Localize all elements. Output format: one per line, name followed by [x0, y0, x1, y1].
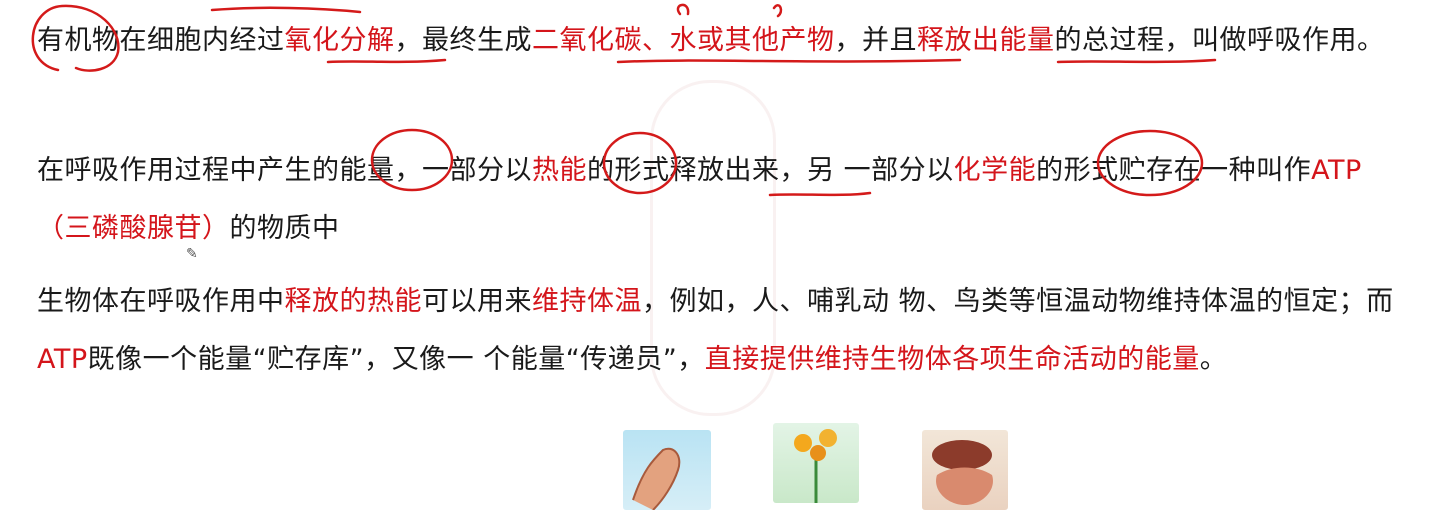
- text-segment: ，最终生成: [394, 25, 532, 56]
- text-segment: 的总过程，叫做呼吸作用。: [1054, 25, 1385, 56]
- highlight-products: 二氧化碳、水或其他产物: [532, 25, 835, 56]
- paragraph-energy-uses: 生物体在呼吸作用中释放的热能可以用来维持体温，例如，人、哺乳动 物、鸟类等恒温动…: [37, 273, 1412, 389]
- highlight-heat-energy: 热能: [532, 155, 587, 186]
- highlight-released-heat: 释放的热能: [284, 286, 422, 317]
- text-segment: 的物质中: [229, 213, 340, 244]
- text-segment: ，例如，人、哺乳动 物、鸟类等恒温动物维持体温的恒定；而: [642, 286, 1394, 317]
- pen-cursor-icon: ✎: [186, 246, 198, 262]
- digestive-organs-image: [922, 430, 1008, 510]
- highlight-oxidation: 氧化分解: [284, 25, 395, 56]
- paragraph-energy-forms: 在呼吸作用过程中产生的能量，一部分以热能的形式释放出来，另 一部分以化学能的形式…: [37, 142, 1412, 258]
- flower-image: [773, 423, 859, 503]
- text-segment: 的形式释放出来，另 一部分以: [587, 155, 954, 186]
- text-segment: 在呼吸作用过程中产生的能量，一部分以: [37, 155, 532, 186]
- text-segment: 既像一个能量“贮存库”，又像一 个能量“传递员”，: [87, 344, 705, 375]
- text-segment: 的形式贮存在一种叫作: [1036, 155, 1312, 186]
- highlight-release-energy: 释放出能量: [917, 25, 1055, 56]
- text-segment: 。: [1199, 344, 1228, 375]
- highlight-direct-energy: 直接提供维持生物体各项生命活动的能量: [704, 344, 1200, 375]
- text-segment: 可以用来: [422, 286, 532, 317]
- text-segment: 有机物在细胞内经过: [37, 25, 285, 56]
- highlight-body-temp: 维持体温: [532, 286, 642, 317]
- text-segment: ，并且: [834, 25, 917, 56]
- text-segment: 生物体在呼吸作用中: [37, 286, 285, 317]
- highlight-chemical-energy: 化学能: [953, 155, 1037, 186]
- highlight-atp: ATP: [37, 344, 88, 375]
- arm-muscle-image: [623, 430, 711, 511]
- paragraph-definition: 有机物在细胞内经过氧化分解，最终生成二氧化碳、水或其他产物，并且释放出能量的总过…: [37, 12, 1412, 70]
